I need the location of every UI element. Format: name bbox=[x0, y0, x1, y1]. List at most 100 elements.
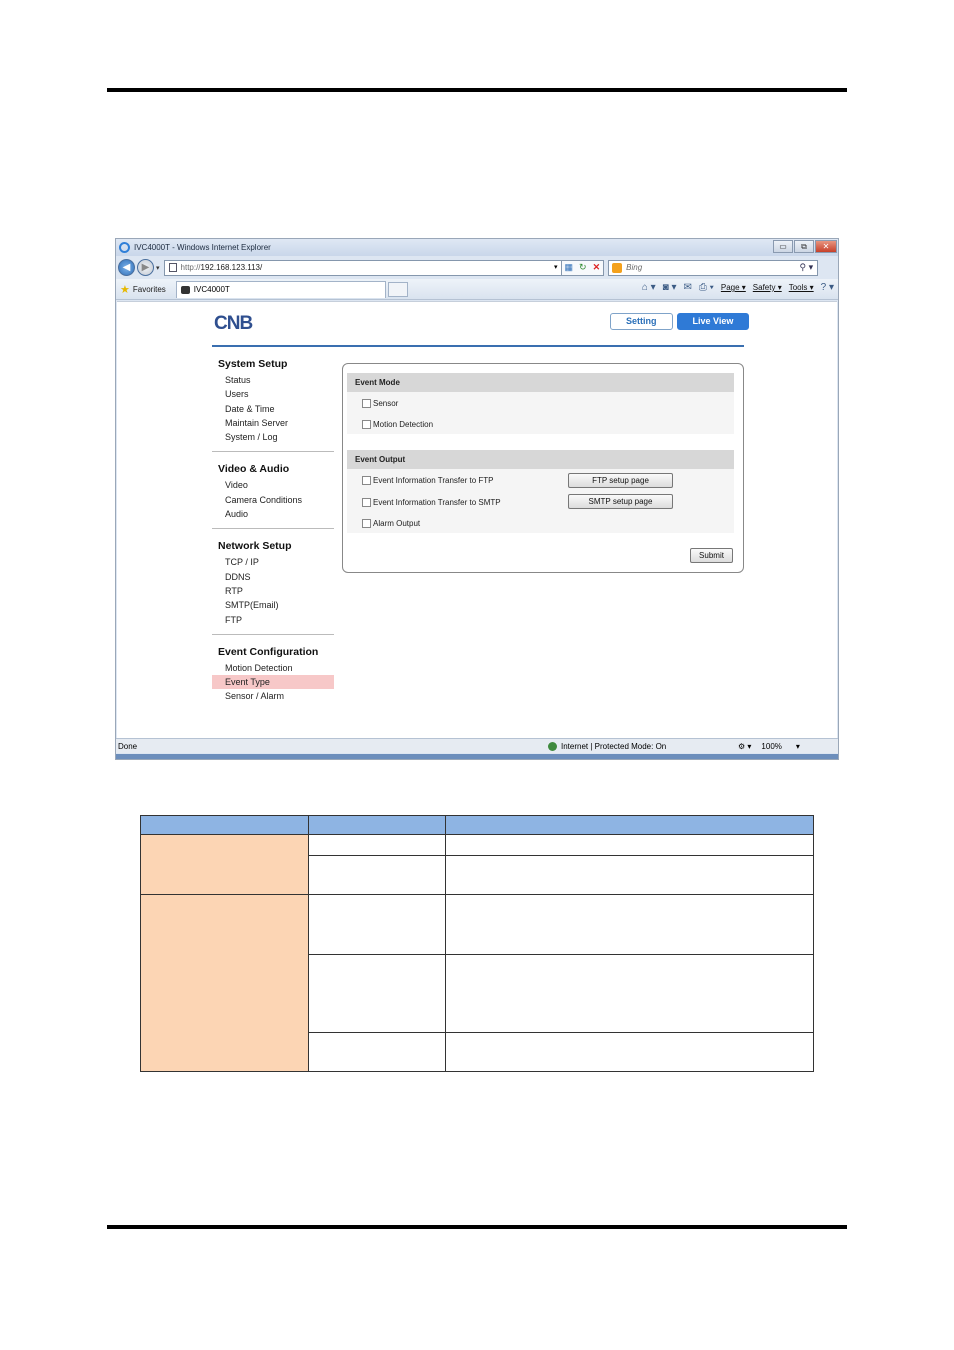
event-type-panel: Event Mode Sensor Motion Detection Event… bbox=[342, 363, 744, 573]
sidebar-item-motion-detection[interactable]: Motion Detection bbox=[212, 661, 334, 675]
sidebar-item-date-time[interactable]: Date & Time bbox=[212, 402, 334, 416]
mail-icon[interactable]: ✉ bbox=[684, 282, 692, 293]
history-dropdown-icon[interactable]: ▾ bbox=[156, 264, 160, 272]
ftp-transfer-option[interactable]: Event Information Transfer to FTP bbox=[362, 476, 494, 485]
table-header-cell bbox=[308, 815, 446, 835]
close-window-button[interactable]: ✕ bbox=[815, 240, 837, 253]
sidebar-item-rtp[interactable]: RTP bbox=[212, 584, 334, 598]
zone-text: Internet | Protected Mode: On bbox=[561, 741, 667, 751]
motion-detection-option[interactable]: Motion Detection bbox=[362, 420, 433, 429]
header-divider bbox=[212, 345, 744, 347]
page-viewport: CNB Setting Live View System Setup Statu… bbox=[117, 301, 837, 738]
bing-icon bbox=[612, 262, 623, 273]
refresh-icon[interactable]: ↻ bbox=[579, 262, 587, 273]
safety-menu[interactable]: Safety ▾ bbox=[753, 283, 782, 292]
globe-icon bbox=[548, 741, 557, 751]
page-menu[interactable]: Page ▾ bbox=[721, 283, 746, 292]
sidebar-item-event-type[interactable]: Event Type bbox=[212, 675, 334, 690]
protected-mode-icon[interactable]: ⚙ ▾ bbox=[738, 742, 751, 751]
sidebar-heading: Video & Audio bbox=[218, 463, 290, 476]
help-icon[interactable]: ? ▾ bbox=[821, 282, 834, 293]
print-icon[interactable]: ⎙ ▾ bbox=[699, 282, 714, 293]
sensor-label: Sensor bbox=[373, 399, 399, 408]
table-cell bbox=[445, 954, 814, 1033]
sidebar-item-status[interactable]: Status bbox=[212, 373, 334, 387]
sidebar-item-smtp[interactable]: SMTP(Email) bbox=[212, 598, 334, 612]
search-icon[interactable]: ⚲ ▾ bbox=[800, 262, 814, 273]
alarm-output-checkbox[interactable] bbox=[362, 519, 371, 528]
table-cell bbox=[308, 894, 446, 955]
sidebar-heading: Event Configuration bbox=[218, 645, 319, 658]
search-input[interactable]: Bing ⚲ ▾ bbox=[608, 259, 819, 276]
sidebar-item-camera-conditions[interactable]: Camera Conditions bbox=[212, 493, 334, 507]
sidebar-item-audio[interactable]: Audio bbox=[212, 507, 334, 521]
tab-title: IVC4000T bbox=[193, 285, 230, 294]
ftp-transfer-label: Event Information Transfer to FTP bbox=[373, 476, 494, 485]
motion-detection-label: Motion Detection bbox=[373, 420, 434, 429]
zoom-dropdown-icon[interactable]: ▾ bbox=[796, 742, 800, 751]
stop-icon[interactable]: ✕ bbox=[593, 262, 601, 273]
table-group-cell bbox=[140, 894, 309, 1072]
motion-detection-checkbox[interactable] bbox=[362, 420, 371, 429]
ftp-transfer-checkbox[interactable] bbox=[362, 476, 371, 485]
favorites-button[interactable]: Favorites bbox=[133, 285, 166, 294]
table-cell bbox=[308, 1032, 446, 1072]
live-view-tab[interactable]: Live View bbox=[676, 313, 750, 330]
address-dropdown-icon[interactable]: ▾ bbox=[554, 263, 558, 271]
tools-menu[interactable]: Tools ▾ bbox=[789, 283, 814, 292]
table-group-cell bbox=[140, 834, 309, 895]
new-tab-button[interactable] bbox=[387, 281, 408, 297]
sidebar-group-video-audio: Video & Audio Video Camera Conditions Au… bbox=[212, 463, 334, 530]
sidebar-group-system-setup: System Setup Status Users Date & Time Ma… bbox=[212, 358, 334, 453]
maximize-button[interactable]: ⧉ bbox=[794, 240, 814, 253]
smtp-transfer-checkbox[interactable] bbox=[362, 498, 371, 507]
table-cell bbox=[445, 855, 814, 895]
doc-table bbox=[140, 815, 814, 1072]
zoom-level[interactable]: 100% bbox=[761, 742, 781, 751]
table-cell bbox=[308, 954, 446, 1033]
search-placeholder: Bing bbox=[626, 263, 643, 272]
sidebar-item-ddns[interactable]: DDNS bbox=[212, 570, 334, 584]
taskbar-strip bbox=[116, 754, 838, 759]
sidebar-heading: Network Setup bbox=[218, 540, 292, 553]
status-bar: Done Internet | Protected Mode: On ⚙ ▾ 1… bbox=[116, 738, 838, 753]
sidebar-item-system-log[interactable]: System / Log bbox=[212, 430, 334, 444]
ie-logo-icon bbox=[119, 242, 130, 253]
home-icon[interactable]: ⌂ ▾ bbox=[642, 282, 656, 293]
settings-sidebar: System Setup Status Users Date & Time Ma… bbox=[212, 358, 334, 722]
alarm-output-option[interactable]: Alarm Output bbox=[362, 519, 420, 528]
sidebar-item-ftp[interactable]: FTP bbox=[212, 613, 334, 627]
smtp-transfer-option[interactable]: Event Information Transfer to SMTP bbox=[362, 498, 501, 507]
sidebar-item-video[interactable]: Video bbox=[212, 478, 334, 492]
sidebar-group-network-setup: Network Setup TCP / IP DDNS RTP SMTP(Ema… bbox=[212, 540, 334, 635]
sensor-checkbox[interactable] bbox=[362, 399, 371, 408]
page-bottom-rule bbox=[107, 1225, 847, 1229]
sidebar-group-event-configuration: Event Configuration Motion Detection Eve… bbox=[212, 646, 334, 711]
submit-button[interactable]: Submit bbox=[690, 548, 733, 563]
sidebar-item-tcp-ip[interactable]: TCP / IP bbox=[212, 555, 334, 569]
event-output-heading: Event Output bbox=[347, 450, 734, 469]
address-field[interactable]: http:// 192.168.123.113/ ▾ bbox=[163, 259, 562, 276]
address-bar-row: ◀ ▶ ▾ http:// 192.168.123.113/ ▾ ▦ ↻ ✕ B… bbox=[116, 257, 838, 278]
alarm-output-label: Alarm Output bbox=[373, 519, 421, 528]
sidebar-item-sensor-alarm[interactable]: Sensor / Alarm bbox=[212, 689, 334, 703]
sidebar-item-users[interactable]: Users bbox=[212, 387, 334, 401]
security-zone: Internet | Protected Mode: On bbox=[548, 741, 738, 751]
forward-button[interactable]: ▶ bbox=[137, 259, 154, 276]
feeds-icon[interactable]: ◙ ▾ bbox=[663, 282, 677, 293]
back-button[interactable]: ◀ bbox=[118, 259, 135, 276]
title-bar: IVC4000T - Windows Internet Explorer ▭ ⧉… bbox=[116, 239, 838, 256]
sidebar-item-maintain-server[interactable]: Maintain Server bbox=[212, 416, 334, 430]
table-cell bbox=[445, 1032, 814, 1072]
sidebar-heading: System Setup bbox=[218, 358, 288, 370]
favorites-star-icon[interactable]: ★ bbox=[120, 283, 130, 296]
table-cell bbox=[308, 834, 446, 856]
browser-tab[interactable]: IVC4000T bbox=[175, 280, 386, 298]
minimize-button[interactable]: ▭ bbox=[773, 240, 793, 253]
ftp-setup-button[interactable]: FTP setup page bbox=[568, 473, 673, 488]
cnb-logo: CNB bbox=[214, 313, 253, 331]
smtp-setup-button[interactable]: SMTP setup page bbox=[568, 494, 673, 509]
compatibility-view-icon[interactable]: ▦ bbox=[565, 262, 574, 273]
setting-tab[interactable]: Setting bbox=[610, 313, 673, 330]
sensor-option[interactable]: Sensor bbox=[362, 399, 398, 408]
